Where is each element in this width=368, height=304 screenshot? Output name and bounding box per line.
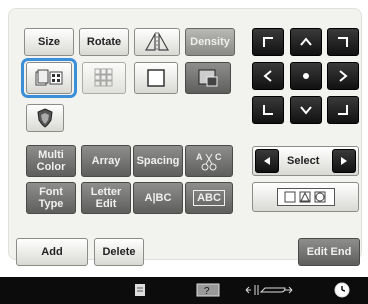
select-prev-button[interactable]	[255, 149, 279, 173]
presser-foot-icon[interactable]	[243, 281, 295, 299]
chevron-up-icon	[300, 37, 312, 46]
shape-select-button[interactable]	[252, 182, 359, 212]
svg-text:A: A	[196, 152, 203, 162]
center-dot-icon	[303, 73, 309, 79]
array-label: Array	[91, 155, 121, 167]
chevron-right-icon	[339, 70, 348, 82]
move-down-button[interactable]	[290, 96, 322, 124]
shield-icon	[37, 108, 53, 128]
move-left-button[interactable]	[252, 62, 284, 90]
multi-color-label: Multi Color	[36, 149, 66, 173]
multi-pattern-icon	[35, 69, 63, 86]
cut-letters-button[interactable]: AC	[185, 145, 233, 177]
font-type-button[interactable]: Font Type	[26, 182, 76, 214]
edit-end-button[interactable]: Edit End	[298, 238, 360, 266]
corner-up-right-icon	[338, 37, 348, 47]
chevron-left-icon	[263, 70, 272, 82]
clock-icon[interactable]	[333, 281, 351, 299]
center-button[interactable]	[290, 62, 322, 90]
edit-end-label: Edit End	[306, 246, 352, 258]
letter-edit-label: Letter Edit	[90, 186, 122, 210]
square-icon	[147, 69, 165, 87]
text-frame-button[interactable]: ABC	[185, 182, 233, 214]
move-up-right-button[interactable]	[327, 28, 359, 56]
mirror-button[interactable]	[134, 28, 180, 56]
move-right-button[interactable]	[327, 62, 359, 90]
triangle-left-icon	[264, 157, 270, 165]
move-down-left-button[interactable]	[252, 96, 284, 124]
chevron-down-icon	[300, 106, 312, 115]
text-frame-label: ABC	[193, 190, 225, 206]
grid-button[interactable]	[82, 62, 126, 94]
move-up-left-button[interactable]	[252, 28, 284, 56]
corner-down-right-icon	[338, 105, 348, 115]
applique-button[interactable]	[26, 104, 64, 132]
border-button[interactable]	[185, 62, 231, 94]
text-arrangement-label: A|BC	[144, 192, 172, 204]
text-arrangement-button[interactable]: A|BC	[133, 182, 183, 214]
multi-color-button[interactable]: Multi Color	[26, 145, 76, 177]
frame-button[interactable]	[134, 62, 178, 94]
add-button[interactable]: Add	[16, 238, 88, 266]
rotate-label: Rotate	[86, 36, 122, 48]
svg-text:C: C	[215, 152, 222, 162]
delete-button[interactable]: Delete	[94, 238, 144, 266]
page-icon[interactable]	[132, 281, 148, 299]
spacing-label: Spacing	[136, 155, 180, 167]
rotate-button[interactable]: Rotate	[79, 28, 129, 56]
border-icon	[198, 69, 218, 87]
select-next-button[interactable]	[332, 149, 356, 173]
mirror-icon	[144, 32, 170, 52]
scissors-icon: AC	[196, 152, 222, 171]
size-label: Size	[37, 36, 60, 48]
spacing-button[interactable]: Spacing	[133, 145, 183, 177]
shapes-icon	[284, 191, 325, 203]
corner-down-left-icon	[263, 105, 273, 115]
select-label: Select	[287, 155, 320, 167]
add-label: Add	[41, 246, 63, 258]
grid-icon	[94, 68, 113, 87]
move-up-button[interactable]	[290, 28, 322, 56]
array-button[interactable]: Array	[81, 145, 131, 177]
shape-select-inner	[276, 188, 335, 206]
svg-text:?: ?	[204, 286, 210, 297]
density-label: Density	[190, 36, 230, 48]
select-row: Select	[252, 146, 359, 176]
move-down-right-button[interactable]	[327, 96, 359, 124]
pattern-select-button[interactable]	[26, 62, 72, 94]
font-type-label: Font Type	[38, 186, 64, 210]
triangle-right-icon	[341, 157, 347, 165]
density-button[interactable]: Density	[185, 28, 235, 56]
size-button[interactable]: Size	[24, 28, 74, 56]
letter-edit-button[interactable]: Letter Edit	[81, 182, 131, 214]
corner-up-left-icon	[263, 37, 273, 47]
delete-label: Delete	[102, 246, 136, 258]
pattern-icon[interactable]: ?	[194, 281, 222, 299]
status-bar	[0, 277, 368, 304]
